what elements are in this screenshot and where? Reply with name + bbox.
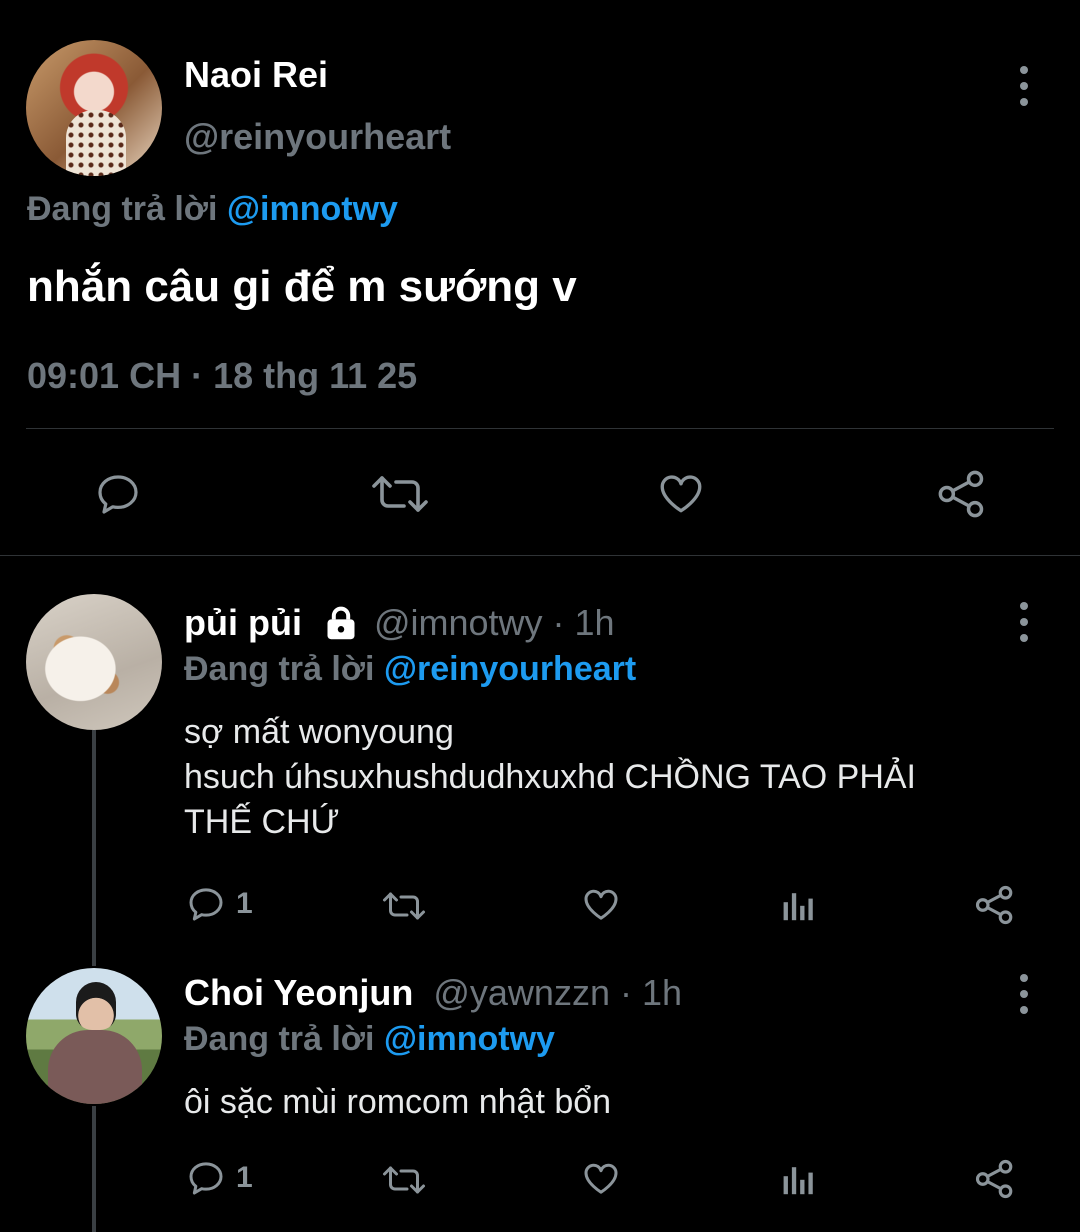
more-vertical-icon[interactable] [1018, 602, 1030, 642]
replying-to-link[interactable]: @reinyourheart [384, 650, 636, 688]
replying-to-link[interactable]: @imnotwy [227, 190, 398, 228]
reply-text: sợ mất wonyoung hsuch úhsuxhushdudhxuxhd… [184, 713, 916, 841]
heart-icon[interactable] [580, 884, 622, 924]
reply-action[interactable]: 1 [186, 1158, 253, 1198]
share-icon[interactable] [974, 1158, 1016, 1200]
lock-icon [322, 605, 360, 641]
more-vertical-icon[interactable] [1018, 66, 1030, 106]
retweet-icon[interactable] [380, 1162, 428, 1198]
reply-header: Choi Yeonjun @yawnzzn · 1h [184, 972, 682, 1014]
reply-author-name[interactable]: pủi pủi [184, 602, 302, 644]
reply-icon [186, 884, 226, 924]
reply-text: ôi sặc mùi romcom nhật bổn [184, 1083, 612, 1121]
divider [26, 428, 1054, 429]
analytics-icon[interactable] [780, 886, 816, 922]
reply-icon [186, 1158, 226, 1198]
reply-author-name[interactable]: Choi Yeonjun [184, 972, 413, 1013]
reply-header: pủi pủi @imnotwy · 1h [184, 602, 615, 644]
replying-to-link[interactable]: @imnotwy [384, 1020, 555, 1058]
replying-prefix: Đang trả lời [184, 650, 384, 688]
replying-prefix: Đang trả lời [27, 190, 227, 228]
reply-avatar[interactable] [26, 968, 162, 1104]
reply-handle-time[interactable]: @yawnzzn · 1h [433, 972, 682, 1013]
analytics-icon[interactable] [780, 1160, 816, 1196]
replying-to-line: Đang trả lời @imnotwy [27, 190, 398, 229]
share-icon[interactable] [936, 468, 988, 520]
tweet-timestamp[interactable]: 09:01 CH · 18 thg 11 25 [27, 355, 417, 397]
reply-icon[interactable] [94, 470, 142, 518]
section-divider [0, 555, 1080, 556]
author-handle[interactable]: @reinyourheart [184, 116, 451, 158]
reply-action[interactable]: 1 [186, 884, 253, 924]
reply-handle-time[interactable]: @imnotwy · 1h [374, 602, 615, 644]
replying-prefix: Đang trả lời [184, 1020, 384, 1058]
replying-to-line: Đang trả lời @imnotwy [184, 1020, 555, 1059]
reply-count: 1 [236, 1161, 253, 1194]
reply-count: 1 [236, 887, 253, 920]
author-avatar[interactable] [26, 40, 162, 176]
thread-line [92, 730, 96, 966]
thread-line [92, 1106, 96, 1232]
share-icon[interactable] [974, 884, 1016, 926]
reply-avatar[interactable] [26, 594, 162, 730]
heart-icon[interactable] [655, 468, 707, 518]
retweet-icon[interactable] [370, 470, 430, 518]
retweet-icon[interactable] [380, 888, 428, 924]
tweet-text: nhắn câu gi để m sướng v [27, 262, 577, 311]
more-vertical-icon[interactable] [1018, 974, 1030, 1014]
author-name[interactable]: Naoi Rei [184, 54, 328, 96]
heart-icon[interactable] [580, 1158, 622, 1198]
replying-to-line: Đang trả lời @reinyourheart [184, 650, 636, 689]
